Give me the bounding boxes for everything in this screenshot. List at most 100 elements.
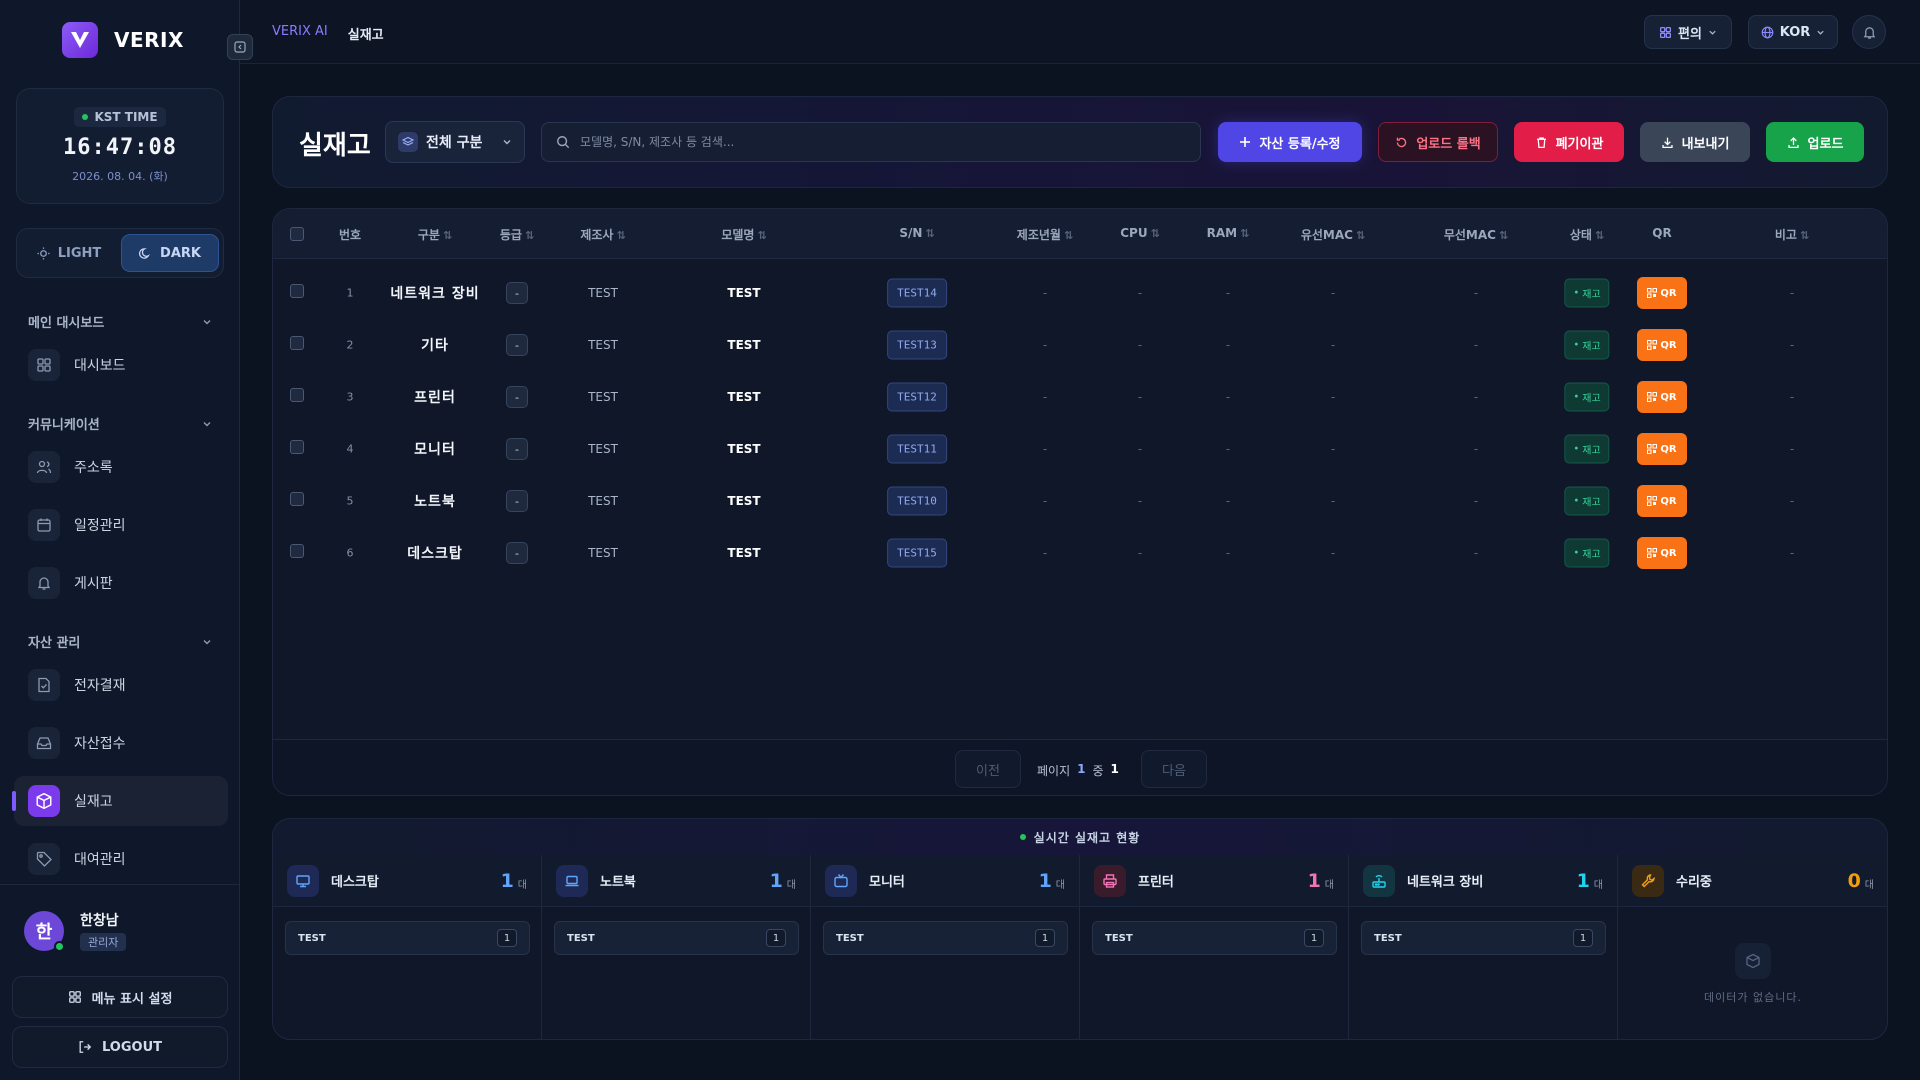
column-header-model[interactable]: 모델명 ⇅ — [721, 226, 766, 243]
nav-section-communication[interactable]: 커뮤니케이션 — [28, 414, 212, 433]
register-asset-button[interactable]: 자산 등록/수정 — [1218, 122, 1362, 162]
grade-badge[interactable]: - — [506, 542, 528, 564]
upload-button[interactable]: 업로드 — [1766, 122, 1864, 162]
table-row[interactable]: 4 모니터 - TEST TEST TEST11 - - - - - - • 재고 QR — [273, 423, 1887, 475]
cell-note: - — [1789, 546, 1795, 560]
inventory-category-header[interactable]: 데스크탑 1 대 — [273, 855, 541, 907]
printer-icon — [1094, 864, 1126, 897]
serial-number-chip[interactable]: TEST13 — [887, 330, 947, 360]
bell-icon — [1863, 26, 1875, 39]
inventory-category-header[interactable]: 프린터 1 대 — [1080, 855, 1348, 907]
inventory-item-row[interactable]: TEST 1 — [554, 921, 799, 955]
theme-light-button[interactable]: LIGHT — [21, 234, 117, 272]
table-row[interactable]: 1 네트워크 장비 - TEST TEST TEST14 - - - - - - • 재고 QR — [273, 267, 1887, 319]
cell-cpu: - — [1137, 390, 1143, 404]
sidebar-collapse-button[interactable] — [227, 34, 253, 60]
inventory-category-header[interactable]: 노트북 1 대 — [542, 855, 810, 907]
sidebar-item-rental[interactable]: 대여관리 — [14, 834, 228, 884]
grade-badge[interactable]: - — [506, 282, 528, 304]
qr-button[interactable]: QR — [1637, 329, 1687, 361]
column-header-status[interactable]: 상태 ⇅ — [1570, 226, 1604, 243]
grade-badge[interactable]: - — [506, 386, 528, 408]
upload-rollback-button[interactable]: 업로드 롤백 — [1378, 122, 1498, 162]
brand[interactable]: VERIX — [62, 22, 184, 58]
logout-button[interactable]: LOGOUT — [12, 1026, 228, 1068]
convenience-menu-button[interactable]: 편의 — [1644, 15, 1732, 49]
serial-number-chip[interactable]: TEST10 — [887, 486, 947, 516]
next-page-button[interactable]: 다음 — [1141, 750, 1207, 788]
column-header-grade[interactable]: 등급 ⇅ — [500, 226, 534, 243]
column-header-ram[interactable]: RAM ⇅ — [1207, 226, 1250, 240]
cell-no: 2 — [346, 338, 354, 352]
inventory-item-row[interactable]: TEST 1 — [1092, 921, 1337, 955]
breadcrumb-root[interactable]: VERIX AI — [272, 24, 328, 43]
grade-badge[interactable]: - — [506, 334, 528, 356]
row-checkbox[interactable] — [290, 336, 304, 350]
column-header-maker[interactable]: 제조사 ⇅ — [580, 226, 625, 243]
inventory-item-row[interactable]: TEST 1 — [823, 921, 1068, 955]
row-checkbox[interactable] — [290, 440, 304, 454]
inventory-category-header[interactable]: 네트워크 장비 1 대 — [1349, 855, 1617, 907]
language-select[interactable]: KOR — [1748, 15, 1838, 49]
inventory-category-header[interactable]: 모니터 1 대 — [811, 855, 1079, 907]
row-checkbox[interactable] — [290, 492, 304, 506]
cell-cpu: - — [1137, 494, 1143, 508]
table-row[interactable]: 6 데스크탑 - TEST TEST TEST15 - - - - - - • 재고 QR — [273, 527, 1887, 579]
sidebar-item-label: 대시보드 — [74, 358, 126, 374]
sidebar-item-board[interactable]: 게시판 — [14, 558, 228, 608]
category-select[interactable]: 전체 구분 — [385, 121, 525, 163]
serial-number-chip[interactable]: TEST11 — [887, 434, 947, 464]
sidebar-item-schedule[interactable]: 일정관리 — [14, 500, 228, 550]
cell-ram: - — [1225, 442, 1231, 456]
column-header-category[interactable]: 구분 ⇅ — [418, 226, 452, 243]
inventory-item-row[interactable]: TEST 1 — [1361, 921, 1606, 955]
nav-section-asset-management[interactable]: 자산 관리 — [28, 632, 212, 651]
status-badge: • 재고 — [1564, 434, 1610, 464]
qr-button[interactable]: QR — [1637, 381, 1687, 413]
sidebar-item-inventory[interactable]: 실재고 — [12, 776, 228, 826]
grade-badge[interactable]: - — [506, 490, 528, 512]
notifications-button[interactable] — [1852, 15, 1886, 49]
search-input[interactable] — [580, 135, 1180, 149]
theme-dark-button[interactable]: DARK — [121, 234, 219, 272]
chevron-down-icon — [203, 319, 211, 324]
cell-no: 1 — [346, 286, 354, 300]
sidebar-item-asset-intake[interactable]: 자산접수 — [14, 718, 228, 768]
sort-icon: ⇅ — [616, 229, 626, 242]
qr-button[interactable]: QR — [1637, 537, 1687, 569]
sidebar-item-dashboard[interactable]: 대시보드 — [14, 340, 228, 390]
table-row[interactable]: 5 노트북 - TEST TEST TEST10 - - - - - - • 재고 QR — [273, 475, 1887, 527]
sidebar-item-address-book[interactable]: 주소록 — [14, 442, 228, 492]
dispose-transfer-button[interactable]: 폐기이관 — [1514, 122, 1624, 162]
user-profile[interactable]: 한 한창남 관리자 — [24, 910, 127, 952]
export-button[interactable]: 내보내기 — [1640, 122, 1750, 162]
column-header-wired-mac[interactable]: 유선MAC ⇅ — [1301, 226, 1365, 243]
table-row[interactable]: 2 기타 - TEST TEST TEST13 - - - - - - • 재고 QR — [273, 319, 1887, 371]
calendar-icon — [28, 509, 60, 541]
column-header-mfg-date[interactable]: 제조년월 ⇅ — [1017, 226, 1073, 243]
serial-number-chip[interactable]: TEST14 — [887, 278, 947, 308]
cell-sn: TEST12 — [887, 382, 947, 412]
row-checkbox[interactable] — [290, 388, 304, 402]
column-header-sn[interactable]: S/N ⇅ — [899, 226, 934, 240]
row-checkbox[interactable] — [290, 284, 304, 298]
inventory-item-row[interactable]: TEST 1 — [285, 921, 530, 955]
table-row[interactable]: 3 프린터 - TEST TEST TEST12 - - - - - - • 재고 QR — [273, 371, 1887, 423]
inventory-category-header[interactable]: 수리중 0 대 — [1618, 855, 1887, 907]
qr-button[interactable]: QR — [1637, 433, 1687, 465]
nav-section-main-dashboard[interactable]: 메인 대시보드 — [28, 312, 212, 331]
column-header-wireless-mac[interactable]: 무선MAC ⇅ — [1444, 226, 1508, 243]
serial-number-chip[interactable]: TEST12 — [887, 382, 947, 412]
select-all-checkbox[interactable] — [290, 227, 304, 241]
sidebar-item-approval[interactable]: 전자결재 — [14, 660, 228, 710]
row-checkbox[interactable] — [290, 544, 304, 558]
qr-button[interactable]: QR — [1637, 485, 1687, 517]
column-header-cpu[interactable]: CPU ⇅ — [1120, 226, 1160, 240]
grade-badge[interactable]: - — [506, 438, 528, 460]
tag-icon — [28, 843, 60, 875]
serial-number-chip[interactable]: TEST15 — [887, 538, 947, 568]
column-header-note[interactable]: 비고 ⇅ — [1775, 226, 1809, 243]
prev-page-button[interactable]: 이전 — [955, 750, 1021, 788]
qr-button[interactable]: QR — [1637, 277, 1687, 309]
menu-settings-button[interactable]: 메뉴 표시 설정 — [12, 976, 228, 1018]
